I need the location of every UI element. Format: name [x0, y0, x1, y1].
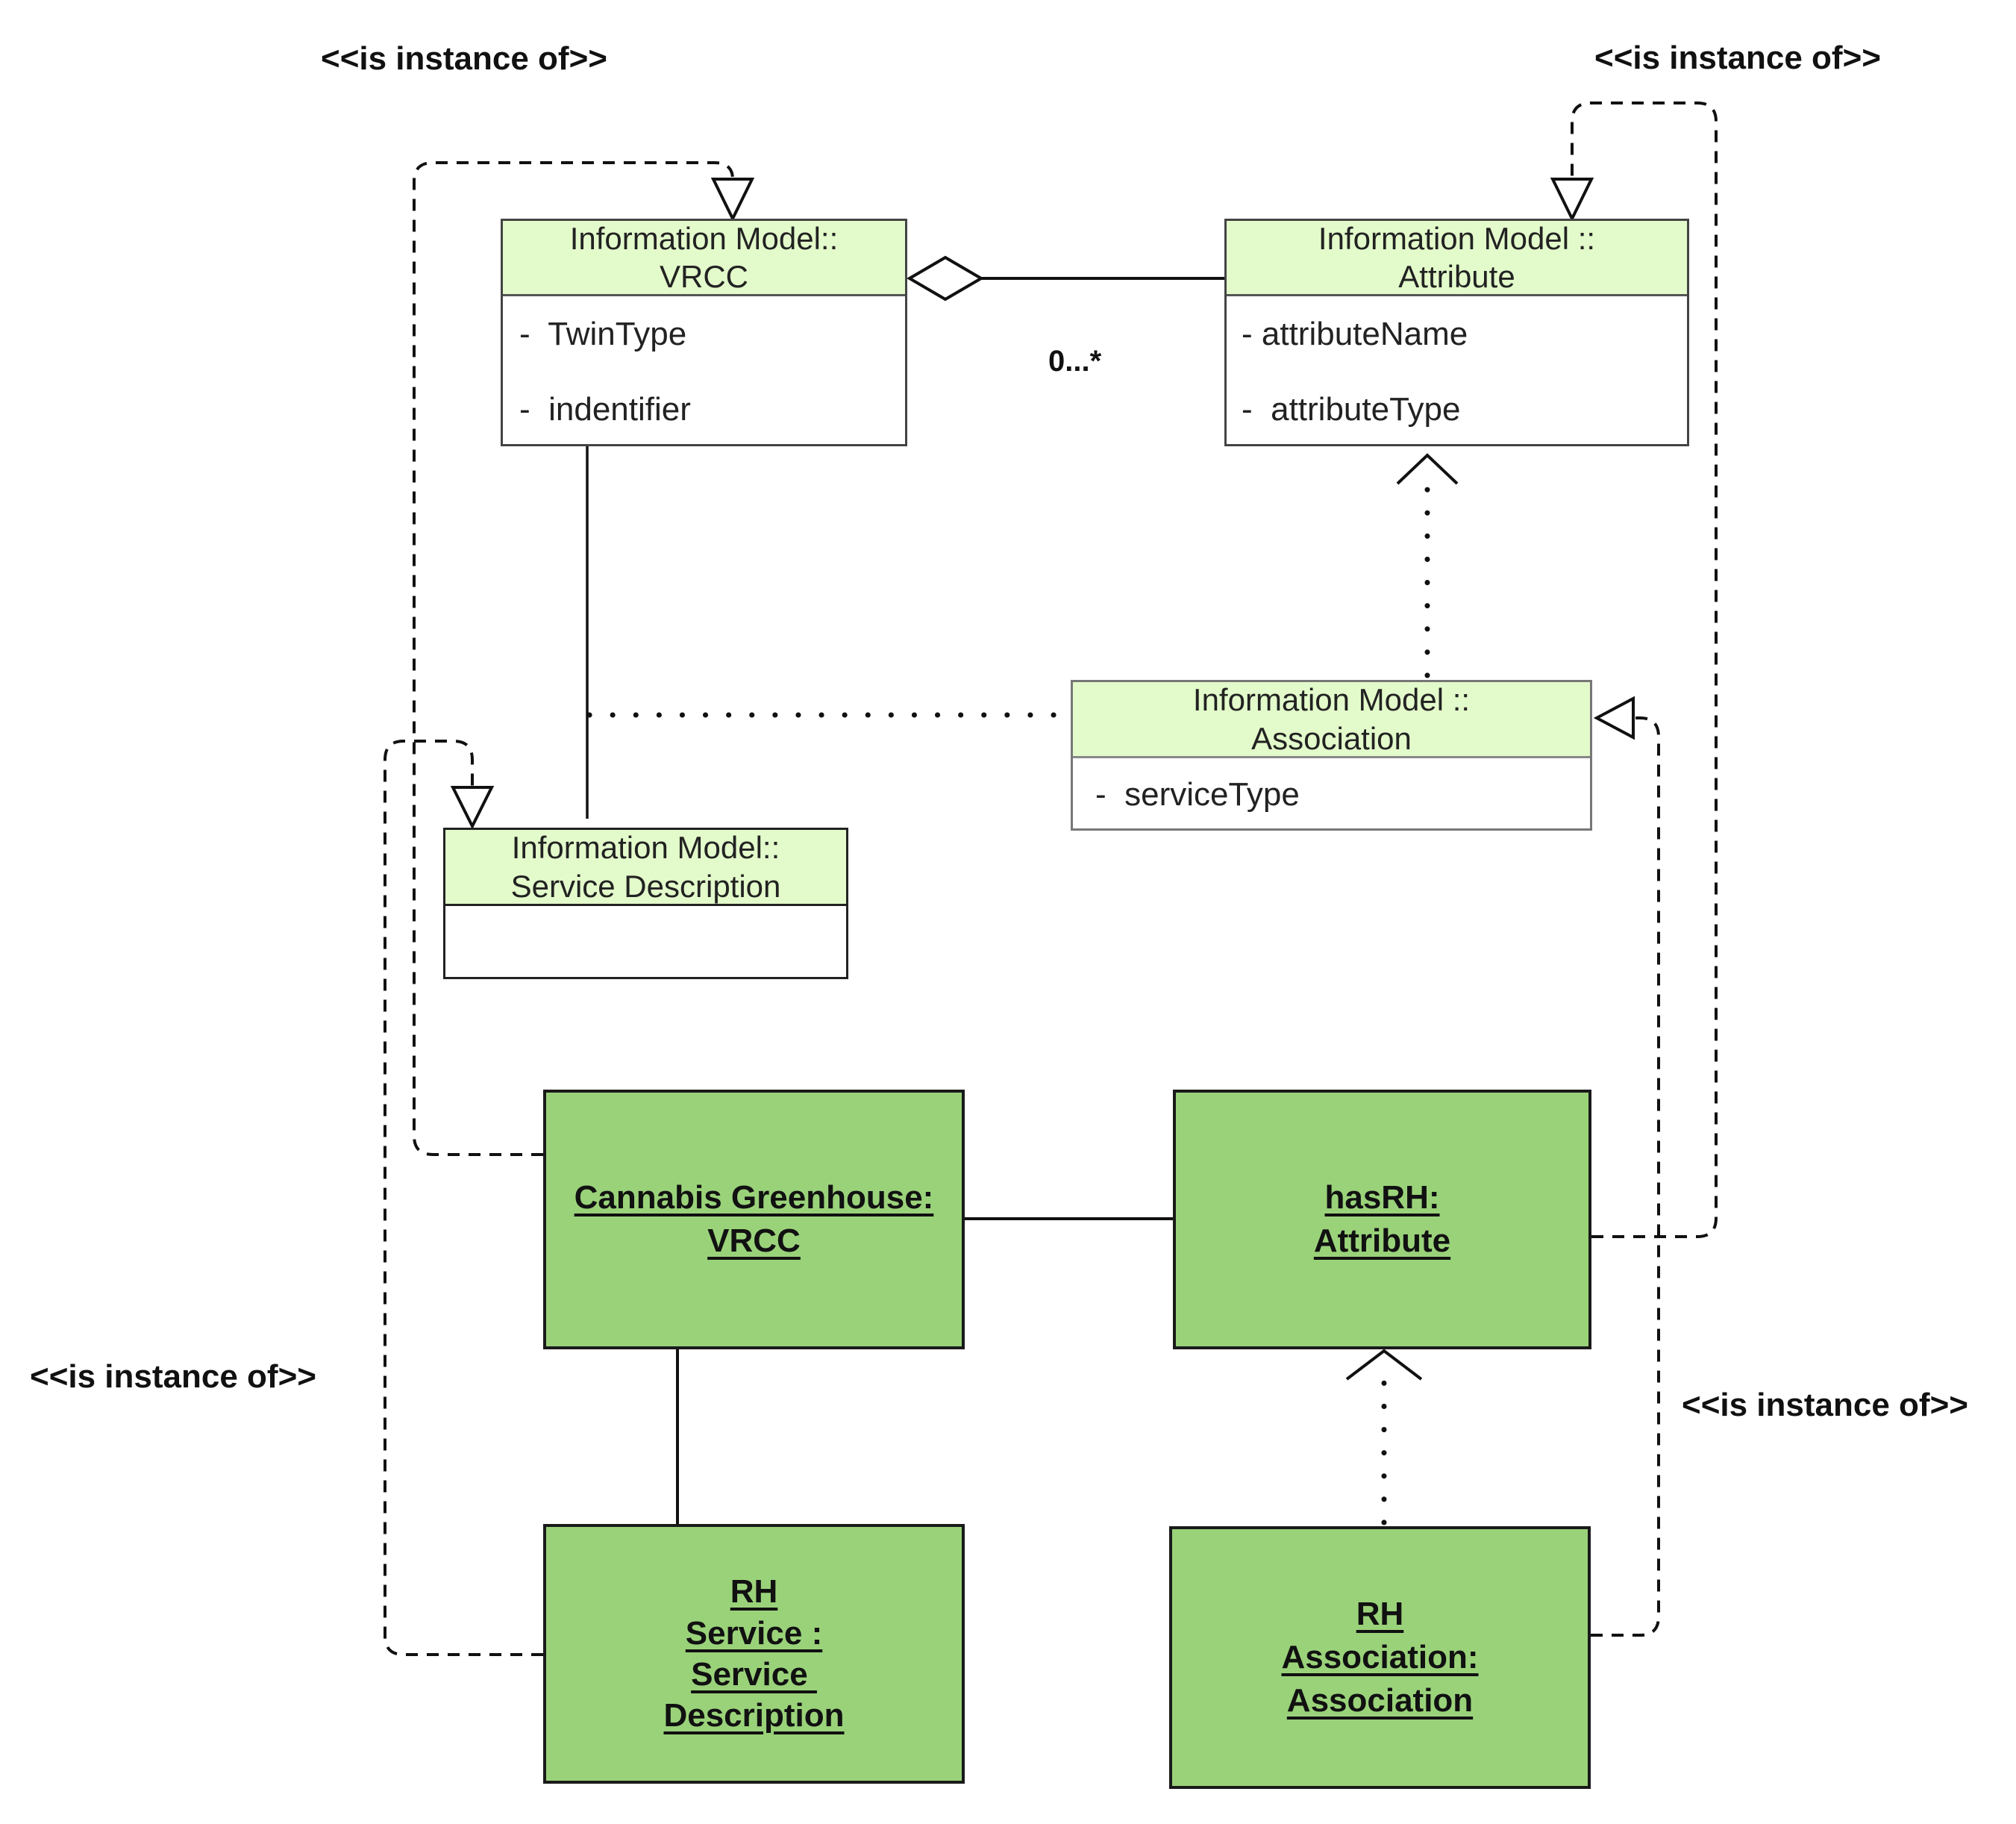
class-association-header: Information Model :: Association [1073, 682, 1590, 758]
class-attribute-title-line2: Attribute [1398, 259, 1515, 294]
class-service-description-header: Information Model:: Service Description [445, 830, 846, 906]
class-vrcc-title-line1: Information Model:: [569, 220, 839, 256]
instance-cannabis-line: VRCC [707, 1222, 801, 1259]
class-vrcc-attribute: - TwinType [519, 316, 687, 352]
generalization-triangle-vrcc [710, 178, 755, 222]
dependency-arrowhead-attribute [1396, 453, 1459, 485]
instance-rh-association-line: Association: [1281, 1638, 1479, 1675]
stereotype-label-top-right: <<is instance of>> [1594, 40, 1881, 76]
generalization-triangle-servicedesc [450, 786, 495, 830]
dependency-arrowhead-hasrh [1345, 1349, 1423, 1381]
multiplicity-label: 0...* [1048, 345, 1102, 378]
class-attribute-attribute: - attributeName [1242, 316, 1468, 352]
instance-hasrh[interactable]: hasRH: Attribute [1173, 1090, 1591, 1349]
stereotype-label-bottom-left: <<is instance of>> [30, 1358, 316, 1395]
class-service-description-title-line1: Information Model:: [511, 830, 780, 866]
class-vrcc-header: Information Model:: VRCC [503, 221, 905, 296]
instance-rh-association-line: RH [1356, 1595, 1404, 1632]
instance-hasrh-line: hasRH: [1324, 1178, 1440, 1216]
instance-cannabis-line: Cannabis Greenhouse: [574, 1178, 934, 1216]
class-vrcc-attribute: - indentifier [519, 391, 691, 428]
instance-rh-service-line: Service : [685, 1614, 823, 1652]
class-vrcc-title-line2: VRCC [659, 259, 748, 294]
class-vrcc[interactable]: Information Model:: VRCC - TwinType - in… [501, 219, 907, 446]
class-attribute-header: Information Model :: Attribute [1227, 221, 1687, 296]
instance-rh-service[interactable]: RH Service : Service Description [543, 1524, 965, 1784]
class-service-description-title-line2: Service Description [510, 868, 781, 904]
generalization-triangle-attribute [1550, 178, 1594, 222]
class-service-description[interactable]: Information Model:: Service Description [443, 828, 848, 979]
stereotype-label-top-left: <<is instance of>> [321, 40, 607, 77]
instance-rh-service-line: Description [663, 1697, 845, 1734]
class-attribute[interactable]: Information Model :: Attribute - attribu… [1224, 219, 1689, 446]
instance-rh-service-line: RH [730, 1573, 778, 1611]
instance-hasrh-line: Attribute [1313, 1222, 1451, 1259]
stereotype-label-bottom-right: <<is instance of>> [1682, 1387, 1968, 1423]
class-association[interactable]: Information Model :: Association - servi… [1071, 680, 1592, 831]
class-association-title-line2: Association [1251, 720, 1412, 756]
instance-of-rhassoc-to-association [1591, 716, 1660, 1637]
class-association-attribute: - serviceType [1095, 776, 1300, 813]
connector-layer [384, 101, 1718, 1656]
instance-rh-service-line: Service [691, 1656, 817, 1693]
class-attribute-title-line1: Information Model :: [1318, 220, 1596, 256]
instance-rh-association[interactable]: RH Association: Association [1169, 1526, 1591, 1789]
instance-rh-association-line: Association [1286, 1682, 1474, 1720]
class-attribute-attribute: - attributeType [1242, 391, 1461, 428]
instance-cannabis-greenhouse[interactable]: Cannabis Greenhouse: VRCC [543, 1090, 965, 1349]
generalization-triangle-association [1593, 696, 1635, 740]
class-association-title-line1: Information Model :: [1192, 682, 1471, 718]
aggregation-diamond [907, 255, 984, 302]
